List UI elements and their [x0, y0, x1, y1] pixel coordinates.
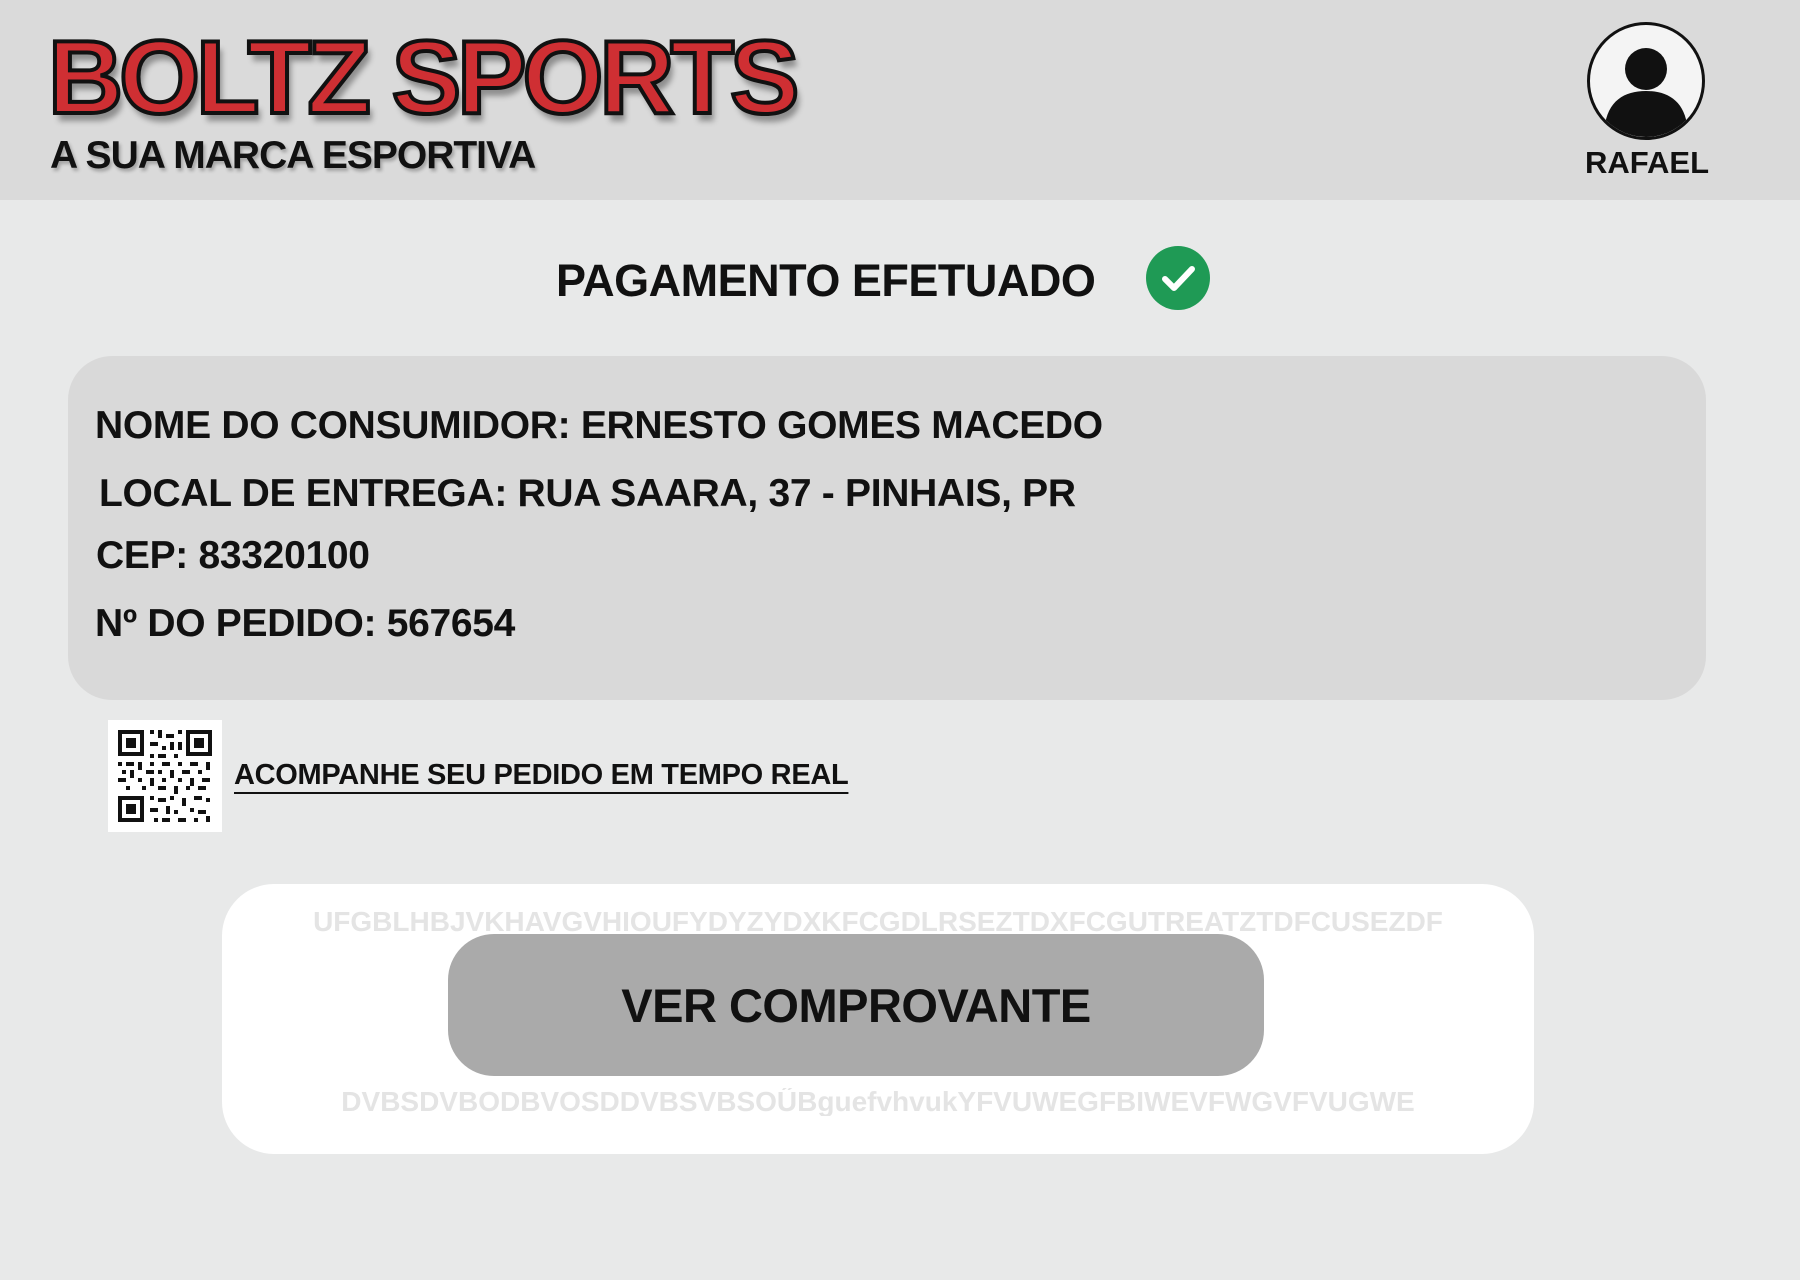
receipt-background-text: UFGBLHBJVKHAVGVHIOUFYDYZYDXKFCGDLRSEZTDX…: [313, 908, 1443, 936]
user-profile[interactable]: RAFAEL: [1570, 20, 1724, 180]
view-receipt-button[interactable]: VER COMPROVANTE: [448, 934, 1264, 1076]
order-details-card: NOME DO CONSUMIDOR: ERNESTO GOMES MACEDO…: [68, 356, 1706, 700]
user-name[interactable]: RAFAEL: [1570, 144, 1724, 181]
qr-code-icon[interactable]: [108, 720, 222, 832]
brand-logo-title: BOLTZ SPORTS: [46, 20, 801, 136]
order-tracking: ACOMPANHE SEU PEDIDO EM TEMPO REAL: [108, 720, 898, 834]
payment-status: PAGAMENTO EFETUADO: [0, 246, 1800, 316]
payment-status-title: PAGAMENTO EFETUADO: [556, 255, 1096, 306]
delivery-address: LOCAL DE ENTREGA: RUA SAARA, 37 - PINHAI…: [99, 472, 1076, 515]
receipt-background-text: DVBSDVBODBVOSDDVBSVBSOŰBguefvhvukYFVUWEG…: [341, 1088, 1415, 1116]
order-number: Nº DO PEDIDO: 567654: [95, 602, 516, 645]
consumer-name: NOME DO CONSUMIDOR: ERNESTO GOMES MACEDO: [95, 404, 1103, 447]
postal-code: CEP: 83320100: [96, 534, 370, 577]
check-circle-icon: [1146, 246, 1210, 310]
brand-tagline: A SUA MARCA ESPORTIVA: [50, 134, 536, 177]
header: BOLTZ SPORTS A SUA MARCA ESPORTIVA RAFAE…: [0, 0, 1800, 200]
track-order-link[interactable]: ACOMPANHE SEU PEDIDO EM TEMPO REAL: [234, 758, 849, 793]
user-avatar-icon[interactable]: [1587, 22, 1705, 140]
